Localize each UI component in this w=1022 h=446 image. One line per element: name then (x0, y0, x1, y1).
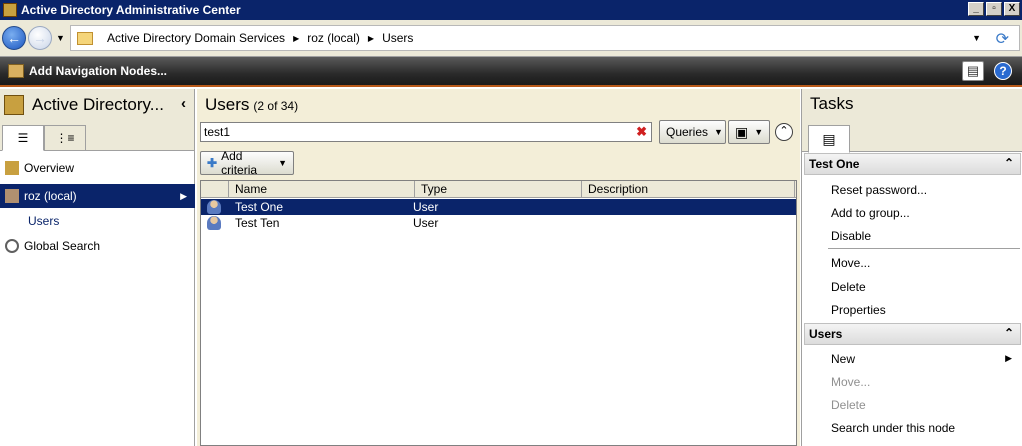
navigation-pane-header: Active Directory... ‹ (0, 89, 194, 121)
refresh-icon[interactable]: ⟳ (996, 29, 1009, 49)
content-pane: Users (2 of 34) test1 ✖ Queries ▼ ▣ ▼ ⌃ ✚… (197, 89, 800, 446)
row-type: User (413, 216, 439, 230)
tree-item-label: Global Search (24, 239, 101, 253)
task-reset-password[interactable]: Reset password... (831, 183, 927, 197)
submenu-arrow-icon[interactable]: ▶ (1005, 353, 1012, 364)
close-button[interactable]: X (1004, 2, 1020, 16)
collapse-pane-icon[interactable]: ‹ (181, 95, 186, 112)
column-header-type[interactable]: Type (415, 181, 582, 198)
queries-label: Queries (666, 125, 709, 139)
user-icon (207, 216, 221, 230)
address-bar: ← → ▼ Active Directory Domain Services ▶… (0, 20, 1022, 57)
task-delete[interactable]: Delete (831, 280, 866, 294)
add-nodes-icon[interactable] (8, 64, 24, 78)
magnifier-icon (5, 239, 19, 253)
overview-icon (5, 161, 19, 175)
minimize-button[interactable]: _ (968, 2, 984, 16)
help-icon[interactable]: ? (994, 62, 1012, 80)
tree-item-label: roz (local) (24, 189, 77, 203)
search-input-value: test1 (204, 125, 231, 139)
clipboard-icon[interactable]: ▤ (962, 61, 984, 81)
active-directory-icon (4, 95, 24, 115)
clear-search-icon[interactable]: ✖ (636, 124, 647, 140)
user-icon (207, 200, 221, 214)
breadcrumb-dropdown-icon[interactable]: ▼ (972, 33, 981, 43)
section-header-users[interactable]: Users ⌃ (804, 323, 1021, 345)
page-title: Users (2 of 34) (205, 95, 298, 115)
tree-item-roz-local[interactable]: roz (local) ▶ (0, 184, 195, 208)
page-title-text: Users (205, 95, 250, 114)
task-move[interactable]: Move... (831, 256, 870, 270)
chevron-down-icon: ▼ (278, 158, 287, 168)
task-new[interactable]: New (831, 352, 855, 366)
tree-item-overview[interactable]: Overview (0, 156, 195, 180)
tree-item-users[interactable]: Users (0, 209, 195, 233)
task-add-to-group[interactable]: Add to group... (831, 206, 910, 220)
add-criteria-label: Add criteria (221, 149, 258, 177)
domain-icon (5, 189, 19, 203)
column-header-description[interactable]: Description (582, 181, 795, 198)
row-type: User (413, 200, 439, 214)
breadcrumb-item[interactable]: roz (local) (299, 31, 368, 45)
chevron-up-icon[interactable]: ⌃ (1004, 326, 1014, 340)
tasks-title: Tasks (802, 89, 1022, 119)
restore-button[interactable]: ▫ (986, 2, 1002, 16)
tree-item-label: Overview (24, 161, 75, 175)
table-row[interactable]: Test Ten User (201, 215, 796, 231)
collapse-search-icon[interactable]: ⌃ (775, 123, 793, 141)
row-name: Test One (235, 200, 284, 214)
section-title: Test One (809, 157, 860, 171)
list-view-tab[interactable]: ☰ (2, 125, 44, 151)
task-search-under-node[interactable]: Search under this node (831, 421, 955, 435)
navigation-toolbar: Add Navigation Nodes... ▤ ? (0, 57, 1022, 87)
save-query-button[interactable]: ▣ ▼ (728, 120, 770, 144)
tree-item-global-search[interactable]: Global Search (0, 234, 195, 258)
chevron-down-icon: ▼ (714, 127, 723, 137)
section-title: Users (809, 327, 843, 341)
navigation-view-tabs: ☰ ⋮≡ (0, 121, 194, 151)
title-bar: Active Directory Administrative Center _… (0, 0, 1022, 20)
clipboard-icon[interactable]: ▤ (808, 125, 850, 153)
icon-column-header[interactable] (201, 181, 229, 198)
result-count: (2 of 34) (253, 99, 299, 113)
add-criteria-button[interactable]: ✚ Add criteria ▼ (200, 149, 294, 177)
window-title: Active Directory Administrative Center (21, 3, 241, 17)
breadcrumb[interactable]: Active Directory Domain Services ▶ roz (… (70, 25, 1020, 51)
search-input[interactable]: test1 ✖ (200, 122, 652, 142)
tree-view-tab[interactable]: ⋮≡ (44, 125, 86, 151)
column-header-name[interactable]: Name (229, 181, 415, 198)
row-name: Test Ten (235, 216, 280, 230)
results-grid: Name Type Description Test One User Test… (200, 180, 797, 446)
section-header-test-one[interactable]: Test One ⌃ (804, 153, 1021, 175)
tasks-tab-bar: ▤ (802, 119, 1022, 153)
folder-icon (77, 31, 93, 45)
tasks-pane: Tasks ▤ Test One ⌃ Reset password... Add… (801, 89, 1022, 446)
queries-button[interactable]: Queries ▼ (659, 120, 726, 144)
chevron-down-icon: ▼ (754, 127, 764, 137)
app-icon (3, 3, 17, 17)
task-disable[interactable]: Disable (831, 229, 871, 243)
history-dropdown-icon[interactable]: ▼ (56, 33, 65, 43)
forward-arrow-icon[interactable]: → (28, 26, 52, 50)
breadcrumb-item[interactable]: Active Directory Domain Services (99, 31, 293, 45)
task-move-disabled: Move... (831, 375, 871, 389)
grid-header: Name Type Description (201, 181, 796, 198)
plus-icon: ✚ (207, 156, 218, 170)
tree-item-label: Users (28, 214, 60, 228)
expand-arrow-icon[interactable]: ▶ (180, 191, 187, 202)
table-row[interactable]: Test One User (201, 199, 796, 215)
navigation-pane-title: Active Directory... (32, 95, 164, 114)
breadcrumb-item[interactable]: Users (374, 31, 421, 45)
chevron-up-icon[interactable]: ⌃ (1004, 156, 1014, 170)
task-delete-disabled: Delete (831, 398, 866, 412)
back-arrow-icon[interactable]: ← (2, 26, 26, 50)
window-controls: _ ▫ X (968, 2, 1020, 16)
add-navigation-nodes-button[interactable]: Add Navigation Nodes... (29, 64, 167, 78)
save-icon: ▣ (735, 123, 749, 140)
navigation-pane: Active Directory... ‹ ☰ ⋮≡ Overview roz … (0, 89, 195, 446)
task-properties[interactable]: Properties (831, 303, 886, 317)
divider (828, 248, 1020, 249)
